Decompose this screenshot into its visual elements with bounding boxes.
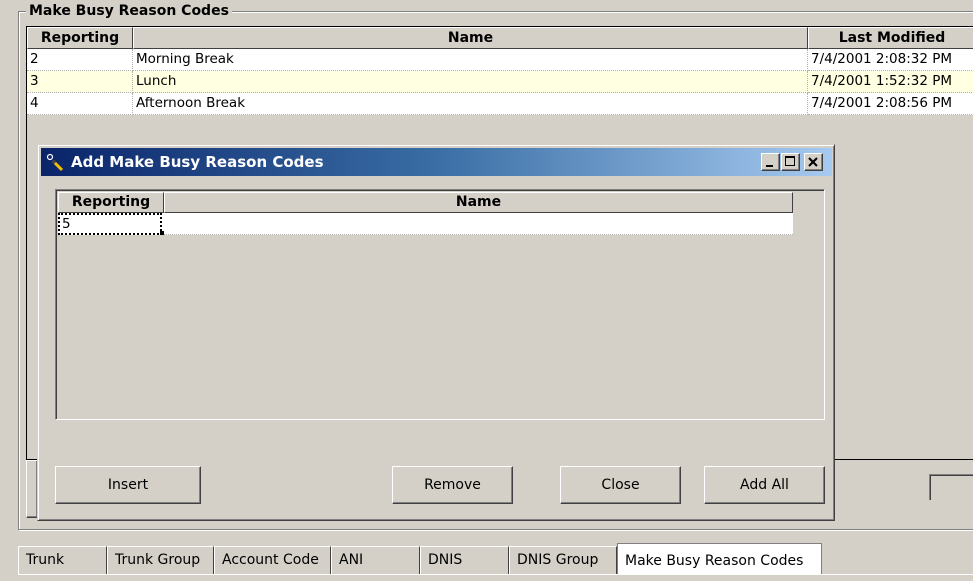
table-row[interactable]: 4 Afternoon Break 7/4/2001 2:08:56 PM — [27, 93, 973, 115]
tab-dnis-group[interactable]: DNIS Group — [509, 546, 617, 574]
tab-ani[interactable]: ANI — [331, 546, 420, 574]
table-header: Reporting Name Last Modified — [27, 27, 973, 49]
close-dialog-button[interactable]: Close — [560, 466, 681, 504]
minimize-button[interactable] — [761, 153, 780, 171]
maximize-button[interactable] — [781, 153, 800, 171]
tab-make-busy-reason-codes[interactable]: Make Busy Reason Codes — [617, 543, 822, 577]
name-cell[interactable] — [164, 213, 793, 235]
table-row[interactable]: 2 Morning Break 7/4/2001 2:08:32 PM — [27, 49, 973, 71]
close-icon — [808, 157, 818, 167]
maximize-icon — [785, 156, 795, 166]
cell-name: Lunch — [133, 71, 808, 93]
cell-reporting: 3 — [27, 71, 133, 93]
add-record-icon — [46, 152, 66, 172]
add-reason-codes-dialog: Add Make Busy Reason Codes Reporting Nam… — [37, 144, 835, 521]
tab-strip-row-2-partial — [18, 574, 973, 581]
dialog-titlebar[interactable]: Add Make Busy Reason Codes — [41, 148, 832, 176]
dialog-title: Add Make Busy Reason Codes — [71, 153, 324, 171]
tab-trunk[interactable]: Trunk — [18, 546, 107, 574]
tab-trunk-group[interactable]: Trunk Group — [107, 546, 214, 574]
column-header-last-modified[interactable]: Last Modified — [808, 27, 973, 49]
close-button[interactable] — [804, 153, 823, 171]
background-input-partial[interactable] — [929, 474, 973, 500]
group-title: Make Busy Reason Codes — [26, 2, 232, 20]
cell-reporting: 2 — [27, 49, 133, 71]
column-header-reporting[interactable]: Reporting — [27, 27, 133, 49]
minimize-icon — [766, 165, 773, 167]
cell-resize-handle[interactable] — [160, 231, 164, 235]
cell-reporting: 4 — [27, 93, 133, 115]
column-header-name[interactable]: Name — [164, 192, 793, 213]
table-row-selected[interactable]: 3 Lunch 7/4/2001 1:52:32 PM — [27, 71, 973, 93]
tab-account-code[interactable]: Account Code — [214, 546, 331, 574]
cell-last-modified: 7/4/2001 1:52:32 PM — [808, 71, 973, 93]
add-codes-grid: Reporting Name 5 — [55, 189, 825, 420]
column-header-reporting[interactable]: Reporting — [58, 192, 164, 213]
cell-name: Afternoon Break — [133, 93, 808, 115]
column-header-name[interactable]: Name — [133, 27, 808, 49]
cell-last-modified: 7/4/2001 2:08:32 PM — [808, 49, 973, 71]
cell-name: Morning Break — [133, 49, 808, 71]
insert-button[interactable]: Insert — [55, 466, 201, 504]
tab-strip-row-1: Trunk Trunk Group Account Code ANI DNIS … — [18, 543, 973, 577]
new-code-row[interactable]: 5 — [58, 213, 793, 235]
reporting-cell-editing[interactable]: 5 — [58, 213, 162, 235]
cell-last-modified: 7/4/2001 2:08:56 PM — [808, 93, 973, 115]
tab-dnis[interactable]: DNIS — [420, 546, 509, 574]
add-all-button[interactable]: Add All — [704, 466, 825, 504]
remove-button[interactable]: Remove — [392, 466, 513, 504]
